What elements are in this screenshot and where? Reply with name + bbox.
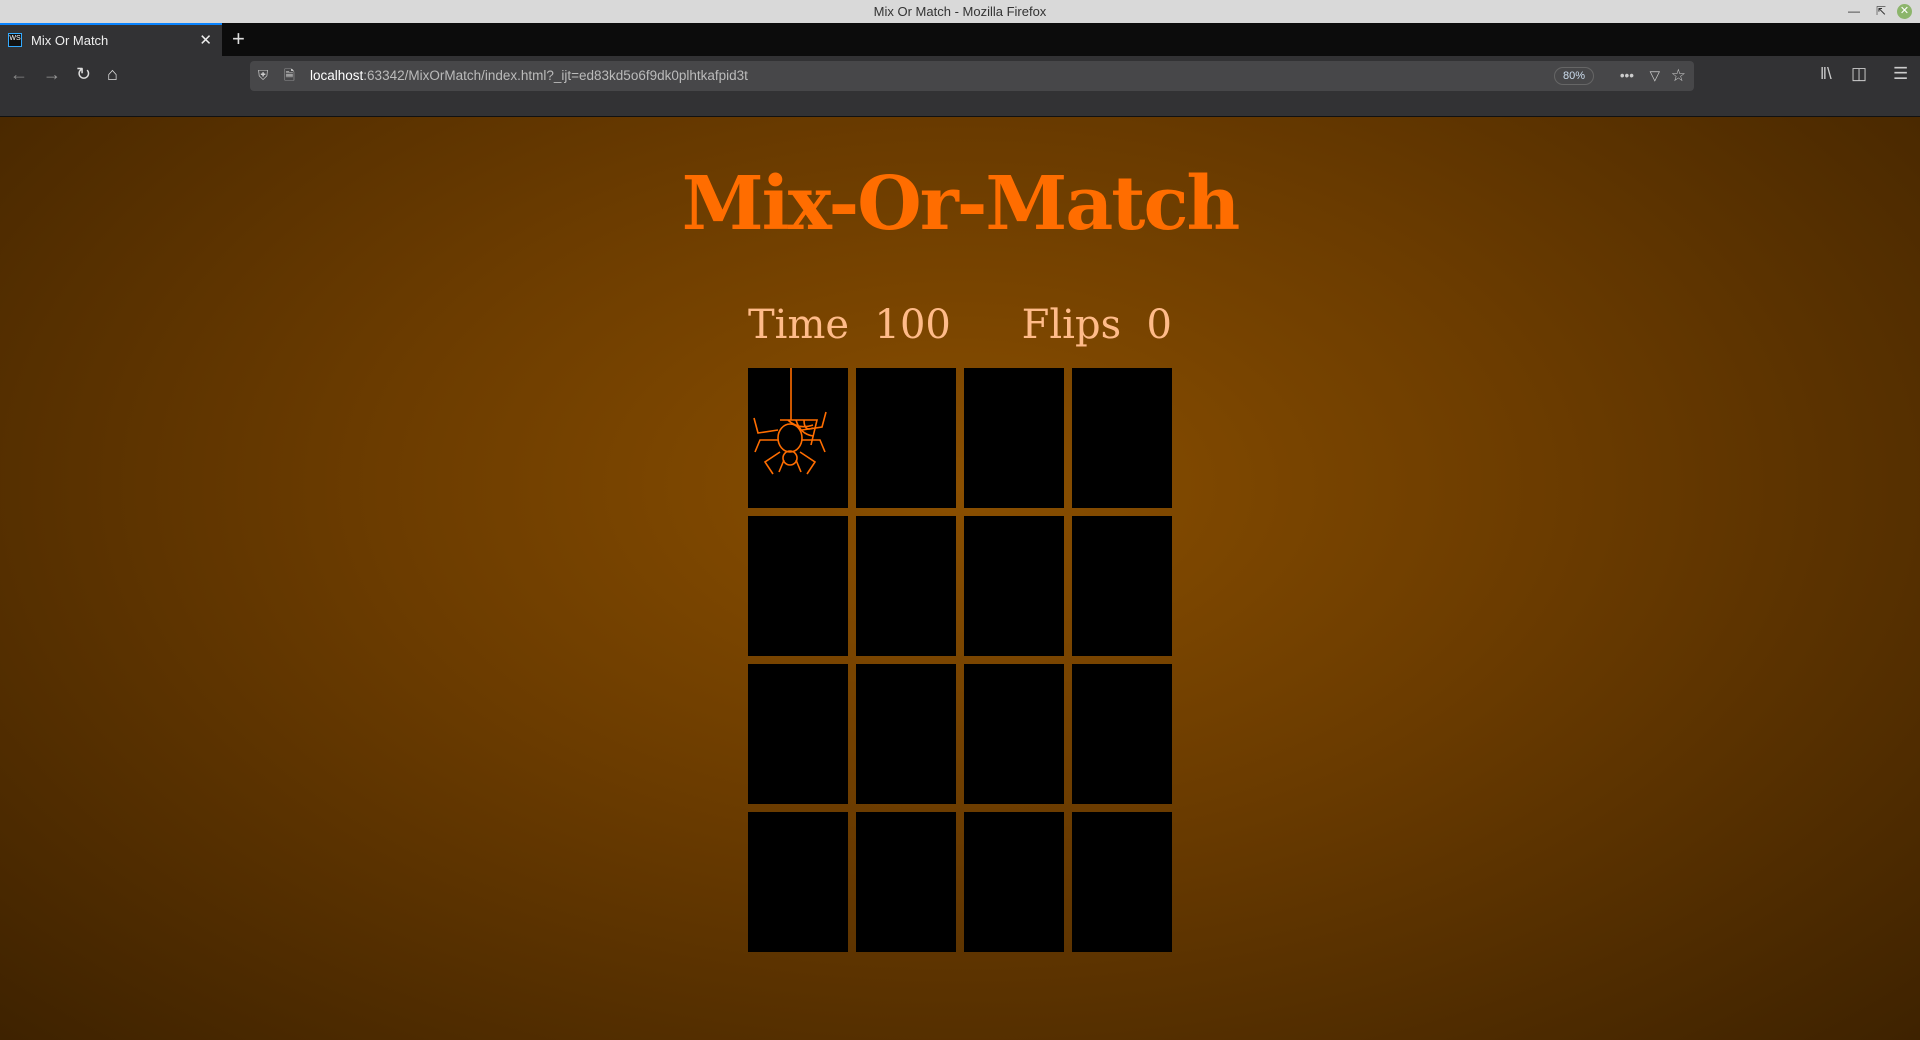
tab-label: Mix Or Match [31, 33, 109, 48]
flips-value: 0 [1146, 302, 1172, 348]
url-bar[interactable]: ⛨ 🗎 localhost:63342/MixOrMatch/index.htm… [250, 61, 1694, 91]
card[interactable] [964, 812, 1064, 952]
time-label: Time [748, 302, 850, 348]
reload-button[interactable]: ↻ [76, 64, 91, 85]
card[interactable] [1072, 812, 1172, 952]
new-tab-button[interactable]: + [232, 26, 245, 52]
card[interactable] [1072, 516, 1172, 656]
pocket-icon[interactable]: ▽ [1650, 61, 1660, 91]
card[interactable] [856, 812, 956, 952]
menu-icon[interactable]: ☰ [1893, 64, 1908, 84]
card[interactable] [748, 664, 848, 804]
sidebar-icon[interactable]: ◫ [1851, 64, 1867, 84]
webstorm-favicon-icon: WS [8, 33, 22, 47]
restore-button[interactable]: ⇱ [1876, 0, 1886, 23]
game-page: Mix-Or-Match Time 100 Flips 0 [0, 117, 1920, 1040]
url-host: localhost [310, 68, 364, 83]
card[interactable] [964, 368, 1064, 508]
card[interactable] [748, 812, 848, 952]
card[interactable] [964, 516, 1064, 656]
card[interactable] [748, 516, 848, 656]
url-path: :63342/MixOrMatch/index.html?_ijt=ed83kd… [363, 68, 748, 83]
card[interactable] [964, 664, 1064, 804]
nav-toolbar: ← → ↻ ⌂ ⛨ 🗎 localhost:63342/MixOrMatch/i… [0, 56, 1920, 117]
time-value: 100 [874, 302, 951, 348]
flips-counter: Flips 0 [1022, 302, 1172, 348]
card[interactable] [1072, 664, 1172, 804]
window-title: Mix Or Match - Mozilla Firefox [873, 4, 1047, 19]
zoom-level-button[interactable]: 80% [1553, 67, 1594, 85]
back-button[interactable]: ← [10, 64, 28, 85]
time-counter: Time 100 [748, 302, 951, 348]
card[interactable] [856, 368, 956, 508]
card[interactable] [1072, 368, 1172, 508]
tab-mix-or-match[interactable]: WS Mix Or Match ✕ [0, 23, 222, 56]
home-button[interactable]: ⌂ [107, 64, 118, 85]
library-icon[interactable]: ‖\ [1820, 64, 1832, 84]
shield-icon[interactable]: ⛨ [258, 61, 268, 91]
page-title: Mix-Or-Match [681, 161, 1241, 247]
card[interactable] [748, 368, 848, 508]
card[interactable] [856, 664, 956, 804]
bookmark-star-icon[interactable]: ☆ [1671, 61, 1686, 91]
window-titlebar: Mix Or Match - Mozilla Firefox — ⇱ ✕ [0, 0, 1920, 23]
minimize-button[interactable]: — [1848, 0, 1860, 23]
close-tab-icon[interactable]: ✕ [199, 31, 212, 49]
flips-label: Flips [1021, 302, 1122, 348]
tab-bar: WS Mix Or Match ✕ + [0, 23, 1920, 56]
forward-button[interactable]: → [43, 64, 61, 85]
close-window-button[interactable]: ✕ [1897, 4, 1912, 19]
more-actions-icon[interactable]: ••• [1620, 61, 1634, 91]
spider-icon [753, 368, 827, 475]
page-icon: 🗎 [284, 68, 295, 83]
card[interactable] [856, 516, 956, 656]
